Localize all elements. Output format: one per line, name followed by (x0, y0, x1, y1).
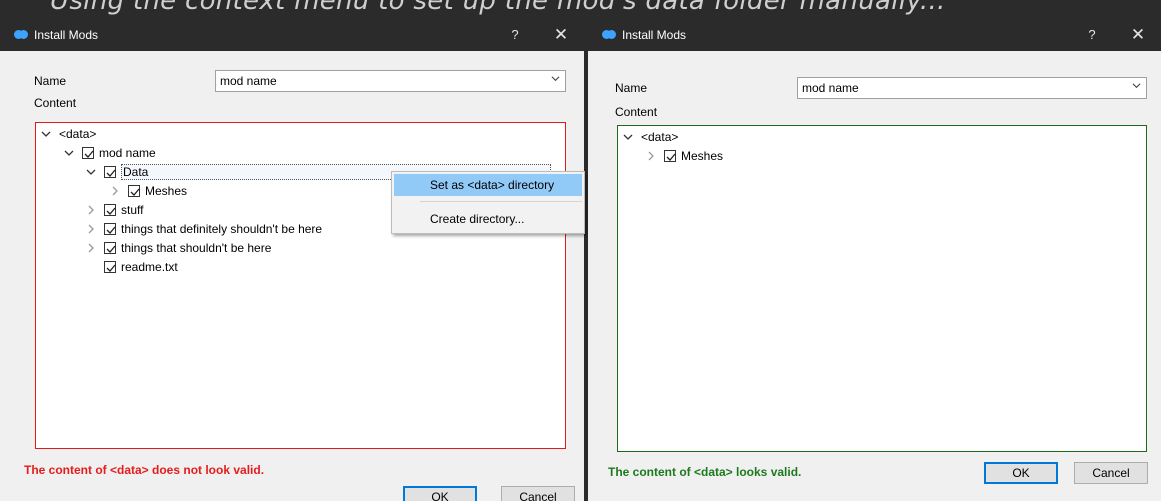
name-combobox[interactable]: mod name (797, 77, 1147, 99)
context-menu: Set as <data> directory Create directory… (391, 171, 585, 234)
titlebar: Install Mods ? ✕ (588, 18, 1161, 51)
name-combobox[interactable]: mod name (215, 70, 566, 92)
tree-item-meshes[interactable]: Meshes (646, 146, 723, 165)
chevron-down-icon (1132, 83, 1141, 89)
content-tree[interactable]: <data> Meshes (617, 125, 1147, 452)
checkbox[interactable] (82, 146, 94, 159)
checkbox[interactable] (104, 241, 116, 254)
name-label: Name (34, 74, 67, 88)
app-icon (602, 30, 616, 39)
caption-text: Using the context menu to set up the mod… (50, 0, 946, 16)
tree-item-label: Meshes (681, 148, 724, 163)
close-button[interactable]: ✕ (1115, 18, 1161, 51)
help-button[interactable]: ? (492, 18, 538, 51)
chevron-right-icon[interactable] (110, 186, 120, 196)
status-message: The content of <data> looks valid. (608, 465, 802, 479)
chevron-right-icon[interactable] (646, 151, 656, 161)
tree-item-label: mod name (99, 145, 156, 160)
tree-item-readme[interactable]: readme.txt (104, 257, 178, 276)
checkbox[interactable] (104, 260, 116, 273)
cancel-button[interactable]: Cancel (1074, 462, 1148, 484)
tree-item-meshes[interactable]: Meshes (110, 181, 187, 200)
titlebar: Install Mods ? ✕ (0, 18, 584, 51)
window-title: Install Mods (622, 27, 687, 42)
chevron-right-icon[interactable] (86, 205, 96, 215)
name-label: Name (615, 81, 648, 95)
chevron-right-icon[interactable] (86, 224, 96, 234)
checkbox[interactable] (664, 149, 676, 162)
checkbox[interactable] (104, 165, 116, 178)
tree-item-definitely-shouldnt[interactable]: things that definitely shouldn't be here (86, 219, 322, 238)
tree-item-label: readme.txt (121, 259, 178, 274)
content-label: Content (615, 105, 658, 119)
checkbox[interactable] (104, 203, 116, 216)
ok-button[interactable]: OK (984, 462, 1058, 484)
tree-item-label: Meshes (145, 183, 188, 198)
chevron-down-icon[interactable] (623, 132, 633, 142)
caption-strip: Using the context menu to set up the mod… (0, 0, 1161, 18)
status-message: The content of <data> does not look vali… (24, 463, 265, 477)
chevron-right-icon[interactable] (86, 243, 96, 253)
chevron-down-icon[interactable] (86, 167, 96, 177)
tree-item-data-root[interactable]: <data> (623, 127, 678, 146)
window-title: Install Mods (34, 27, 99, 42)
menu-separator (420, 201, 582, 202)
tree-item-shouldnt[interactable]: things that shouldn't be here (86, 238, 271, 257)
tree-item-data-root[interactable]: <data> (41, 124, 96, 143)
install-mods-dialog-left: Install Mods ? ✕ Name mod name Content <… (0, 18, 584, 501)
tree-item-stuff[interactable]: stuff (86, 200, 143, 219)
install-mods-dialog-right: Install Mods ? ✕ Name mod name Content <… (588, 18, 1161, 501)
help-button[interactable]: ? (1069, 18, 1115, 51)
cancel-button[interactable]: Cancel (501, 486, 575, 501)
menu-item-create-directory[interactable]: Create directory... (394, 208, 582, 230)
name-value: mod name (220, 74, 277, 88)
content-label: Content (34, 96, 77, 110)
checkbox[interactable] (104, 222, 116, 235)
app-icon (14, 30, 28, 39)
tree-item-label: things that definitely shouldn't be here (121, 221, 323, 236)
menu-item-set-data-directory[interactable]: Set as <data> directory (394, 174, 582, 196)
tree-item-label: stuff (121, 202, 144, 217)
tree-item-label: <data> (641, 129, 679, 144)
tree-item-label: things that shouldn't be here (121, 240, 272, 255)
tree-item-mod-name[interactable]: mod name (64, 143, 156, 162)
chevron-down-icon (551, 76, 560, 82)
name-value: mod name (802, 81, 859, 95)
tree-item-label: <data> (59, 126, 97, 141)
ok-button[interactable]: OK (403, 486, 477, 501)
checkbox[interactable] (128, 184, 140, 197)
chevron-down-icon[interactable] (64, 148, 74, 158)
chevron-down-icon[interactable] (41, 129, 51, 139)
close-button[interactable]: ✕ (538, 18, 584, 51)
